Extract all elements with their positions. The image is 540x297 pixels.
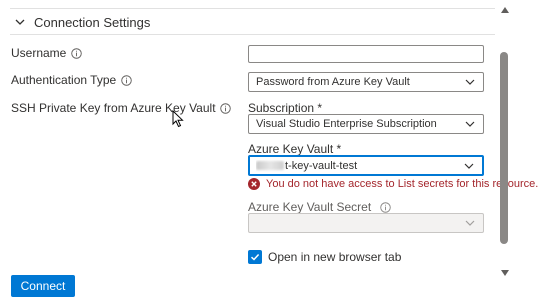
key-vault-value: t-key-vault-test	[256, 160, 462, 172]
subscription-label: Subscription *	[248, 101, 323, 115]
info-icon[interactable]	[120, 74, 132, 86]
chevron-down-icon	[463, 117, 477, 131]
scrollbar-thumb[interactable]	[500, 52, 508, 244]
username-label-text: Username	[11, 46, 67, 60]
chevron-down-icon[interactable]	[10, 12, 30, 32]
auth-type-value: Password from Azure Key Vault	[256, 76, 410, 88]
scroll-down-arrow-icon[interactable]	[500, 268, 510, 278]
open-new-tab-label: Open in new browser tab	[268, 250, 402, 264]
connection-settings-panel: Connection Settings Username Authenticat…	[0, 0, 540, 297]
vertical-scrollbar[interactable]	[497, 0, 513, 296]
redacted-text	[256, 161, 284, 171]
info-icon[interactable]	[379, 201, 391, 213]
chevron-down-icon	[463, 216, 477, 230]
error-icon	[248, 178, 260, 190]
checkmark-icon	[250, 253, 260, 261]
ssh-key-label: SSH Private Key from Azure Key Vault	[11, 101, 232, 115]
ssh-key-label-text: SSH Private Key from Azure Key Vault	[11, 101, 216, 115]
auth-type-label-text: Authentication Type	[11, 73, 117, 87]
auth-type-dropdown[interactable]: Password from Azure Key Vault	[248, 72, 484, 92]
key-vault-secret-label-text: Azure Key Vault Secret	[248, 200, 372, 214]
pointer-cursor-icon	[172, 109, 184, 128]
chevron-down-icon	[463, 75, 477, 89]
key-vault-label: Azure Key Vault *	[248, 142, 342, 156]
connect-button[interactable]: Connect	[11, 275, 75, 297]
open-new-tab-option[interactable]: Open in new browser tab	[248, 250, 401, 264]
section-title: Connection Settings	[34, 14, 151, 30]
chevron-down-icon	[462, 159, 476, 173]
key-vault-value-text: t-key-vault-test	[285, 159, 358, 172]
section-divider	[10, 34, 495, 35]
key-vault-error: You do not have access to List secrets f…	[248, 178, 538, 190]
info-icon[interactable]	[70, 47, 82, 59]
key-vault-dropdown[interactable]: t-key-vault-test	[248, 155, 484, 176]
info-icon[interactable]	[220, 102, 232, 114]
open-new-tab-checkbox[interactable]	[248, 250, 262, 264]
top-divider	[10, 8, 495, 9]
scroll-up-arrow-icon[interactable]	[500, 5, 510, 15]
auth-type-label: Authentication Type	[11, 73, 132, 87]
key-vault-secret-label: Azure Key Vault Secret	[248, 200, 391, 214]
key-vault-secret-dropdown[interactable]	[248, 213, 484, 233]
subscription-dropdown[interactable]: Visual Studio Enterprise Subscription	[248, 114, 484, 134]
connection-settings-header[interactable]: Connection Settings	[10, 10, 495, 34]
username-input[interactable]	[248, 45, 484, 63]
subscription-value: Visual Studio Enterprise Subscription	[256, 118, 437, 130]
username-label: Username	[11, 46, 82, 60]
